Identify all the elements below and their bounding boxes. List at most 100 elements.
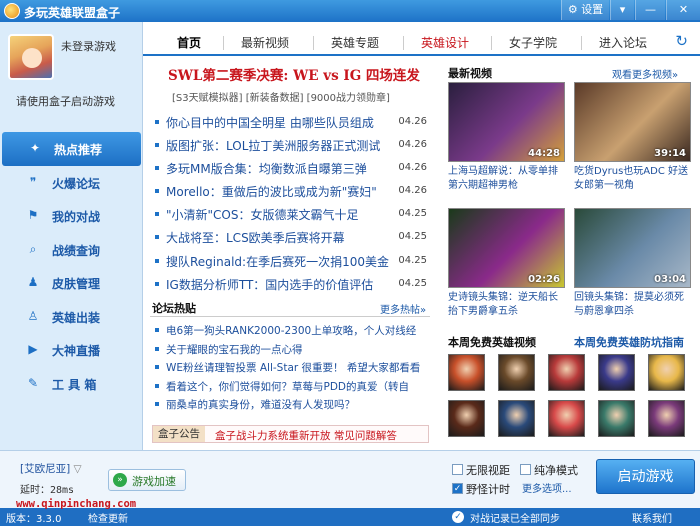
hero-portrait[interactable] bbox=[548, 354, 585, 391]
hero-portrait[interactable] bbox=[598, 400, 635, 437]
more-options-link[interactable]: 更多选项... bbox=[522, 480, 572, 495]
video-caption[interactable]: 史诗镜头集锦：逆天船长抬下男爵拿五杀 bbox=[448, 291, 566, 319]
news-title[interactable]: 搜队Reginald:在季后赛死一次捐100美金 bbox=[166, 253, 396, 270]
checkbox[interactable]: ✓ bbox=[452, 483, 463, 494]
settings-button[interactable]: ⚙ 设置 bbox=[561, 0, 609, 20]
notice-bar[interactable]: 盒子公告 盒子战斗力系统重新开放 常见问题解答 bbox=[152, 425, 429, 443]
check-update-link[interactable]: 检查更新 bbox=[88, 510, 128, 525]
avatar[interactable] bbox=[8, 34, 54, 80]
app-title: 多玩英雄联盟盒子 bbox=[24, 6, 121, 20]
sidebar-item-1[interactable]: ❞ 火爆论坛 bbox=[0, 166, 143, 200]
news-item[interactable]: 多玩MM版合集：均衡数派自曝第三弹 04.26 bbox=[155, 158, 430, 181]
tab-4[interactable]: 女子学院 bbox=[509, 34, 557, 51]
news-date: 04.25 bbox=[398, 231, 427, 243]
tab-separator bbox=[223, 36, 224, 50]
minimize-button[interactable]: — bbox=[635, 0, 665, 20]
videos-title: 最新视频 bbox=[448, 67, 492, 80]
forum-item[interactable]: 看着这个，你们觉得如何？草莓与PDD的真爱（转自 bbox=[155, 378, 430, 397]
video-caption[interactable]: 回镜头集锦：提莫必须死与蔚恩拿四杀 bbox=[574, 291, 692, 319]
tab-2[interactable]: 英雄专题 bbox=[331, 34, 379, 51]
forum-post-title[interactable]: 电6第一狗头RANK2000-2300上单攻略，个人对线经 bbox=[166, 323, 428, 338]
video-caption[interactable]: 吃货Dyrus也玩ADC 好送女郎第一视角 bbox=[574, 165, 692, 193]
menu-button[interactable]: ▾ bbox=[610, 0, 634, 20]
gear-icon: ⚙ bbox=[567, 3, 578, 16]
hero-portrait[interactable] bbox=[548, 400, 585, 437]
news-item[interactable]: 大战将至：LCS欧美季后赛将开幕 04.25 bbox=[155, 227, 430, 250]
news-title[interactable]: 你心目中的中国全明星 由哪些队员组成 bbox=[166, 114, 396, 131]
hero-guide-title[interactable]: 本周免费英雄防坑指南 bbox=[574, 334, 684, 350]
news-title[interactable]: 版图扩张：LOL拉丁美洲服务器正式测试 bbox=[166, 137, 396, 154]
news-title[interactable]: 多玩MM版合集：均衡数派自曝第三弹 bbox=[166, 160, 396, 177]
region-select[interactable]: [艾欧尼亚] ▽ bbox=[20, 461, 82, 476]
forum-post-title[interactable]: WE粉丝请理智投票 All-Star 很重要！ 希望大家都看看 bbox=[166, 360, 428, 375]
news-item[interactable]: IG数据分析师TT：国内选手的价值评估 04.25 bbox=[155, 274, 430, 297]
forum-post-title[interactable]: 看着这个，你们觉得如何？草莓与PDD的真爱（转自 bbox=[166, 379, 428, 394]
checkbox[interactable] bbox=[520, 464, 531, 475]
video-thumbnail[interactable]: 02:26 bbox=[448, 208, 565, 288]
sidebar-item-label: 英雄出装 bbox=[52, 310, 101, 325]
news-item[interactable]: 版图扩张：LOL拉丁美洲服务器正式测试 04.26 bbox=[155, 135, 430, 158]
refresh-icon[interactable]: ↻ bbox=[675, 32, 688, 50]
bullet-icon bbox=[155, 328, 159, 332]
sidebar-item-6[interactable]: ▶ 大神直播 bbox=[0, 333, 143, 367]
bullet-icon bbox=[155, 189, 159, 194]
video-caption[interactable]: 上海马超解说：从零单排第六期超神男枪 bbox=[448, 165, 566, 193]
tab-5[interactable]: 进入论坛 bbox=[599, 34, 647, 51]
headline-link[interactable]: SWL第二赛季决赛: WE vs IG 四场连发 bbox=[168, 64, 420, 84]
checkbox[interactable] bbox=[452, 464, 463, 475]
sub-links[interactable]: [S3天赋模拟器] [新装备数据] [9000战力领勋章] bbox=[172, 89, 390, 104]
videos-more-link[interactable]: 观看更多视频» bbox=[612, 66, 678, 81]
forum-item[interactable]: 关于耀眼的宝石我的一点心得 bbox=[155, 341, 430, 360]
tab-3[interactable]: 英雄设计 bbox=[421, 34, 469, 51]
watermark-text: www.qinpinchang.com bbox=[16, 498, 137, 510]
game-accelerate-button[interactable]: » 游戏加速 bbox=[108, 469, 186, 491]
bullet-icon bbox=[155, 120, 159, 124]
flag-icon: ⚑ bbox=[27, 208, 39, 222]
hero-portrait[interactable] bbox=[448, 354, 485, 391]
video-thumbnail[interactable]: 03:04 bbox=[574, 208, 691, 288]
forum-more-link[interactable]: 更多热帖» bbox=[380, 301, 426, 316]
news-item[interactable]: 搜队Reginald:在季后赛死一次捐100美金 04.25 bbox=[155, 251, 430, 274]
hero-portrait[interactable] bbox=[498, 400, 535, 437]
sidebar-item-4[interactable]: ♟ 皮肤管理 bbox=[0, 266, 143, 300]
launch-game-button[interactable]: 启动游戏 bbox=[596, 459, 695, 494]
sidebar-item-7[interactable]: ✎ 工 具 箱 bbox=[0, 367, 143, 401]
forum-item[interactable]: 丽桑卓的真实身份，难道没有人发现吗？ bbox=[155, 396, 430, 415]
video-thumbnail[interactable]: 44:28 bbox=[448, 82, 565, 162]
news-item[interactable]: 你心目中的中国全明星 由哪些队员组成 04.26 bbox=[155, 112, 430, 135]
notice-text[interactable]: 盒子战斗力系统重新开放 常见问题解答 bbox=[215, 428, 397, 443]
close-button[interactable]: ✕ bbox=[666, 0, 700, 20]
hero-portrait[interactable] bbox=[448, 400, 485, 437]
hero-portrait[interactable] bbox=[648, 354, 685, 391]
contact-us-link[interactable]: 联系我们 bbox=[632, 510, 672, 525]
sidebar-item-3[interactable]: ⌕ 战绩查询 bbox=[0, 233, 143, 267]
login-hint: 请使用盒子启动游戏 bbox=[16, 95, 115, 108]
latency: 延时：28ms bbox=[20, 481, 74, 496]
video-thumbnail[interactable]: 39:14 bbox=[574, 82, 691, 162]
sidebar-item-5[interactable]: ♙ 英雄出装 bbox=[0, 300, 143, 334]
hero-portrait[interactable] bbox=[498, 354, 535, 391]
app-logo-icon bbox=[4, 3, 20, 19]
forum-item[interactable]: WE粉丝请理智投票 All-Star 很重要！ 希望大家都看看 bbox=[155, 359, 430, 378]
news-item[interactable]: Morello：重做后的波比或成为新"赛妇" 04.26 bbox=[155, 181, 430, 204]
tab-1[interactable]: 最新视频 bbox=[241, 34, 289, 51]
forum-post-title[interactable]: 关于耀眼的宝石我的一点心得 bbox=[166, 342, 428, 357]
tab-0[interactable]: 首页 bbox=[177, 34, 201, 51]
forum-item[interactable]: 电6第一狗头RANK2000-2300上单攻略，个人对线经 bbox=[155, 322, 430, 341]
sidebar-item-label: 热点推荐 bbox=[54, 143, 103, 157]
region-label: [艾欧尼亚] bbox=[20, 463, 71, 475]
hero-portrait[interactable] bbox=[648, 400, 685, 437]
news-title[interactable]: Morello：重做后的波比或成为新"赛妇" bbox=[166, 183, 396, 200]
sidebar-item-label: 皮肤管理 bbox=[52, 277, 101, 291]
sidebar-item-0[interactable]: ✦ 热点推荐 bbox=[2, 132, 141, 166]
forum-post-title[interactable]: 丽桑卓的真实身份，难道没有人发现吗？ bbox=[166, 397, 428, 412]
news-title[interactable]: 大战将至：LCS欧美季后赛将开幕 bbox=[166, 229, 396, 246]
news-title[interactable]: "小清新"COS：女版德莱文霸气十足 bbox=[166, 206, 396, 223]
tab-separator bbox=[491, 36, 492, 50]
sidebar-item-2[interactable]: ⚑ 我的对战 bbox=[0, 199, 143, 233]
login-status: 未登录游戏 bbox=[61, 40, 116, 53]
news-item[interactable]: "小清新"COS：女版德莱文霸气十足 04.25 bbox=[155, 204, 430, 227]
news-date: 04.25 bbox=[398, 277, 427, 289]
hero-portrait[interactable] bbox=[598, 354, 635, 391]
news-title[interactable]: IG数据分析师TT：国内选手的价值评估 bbox=[166, 276, 396, 293]
